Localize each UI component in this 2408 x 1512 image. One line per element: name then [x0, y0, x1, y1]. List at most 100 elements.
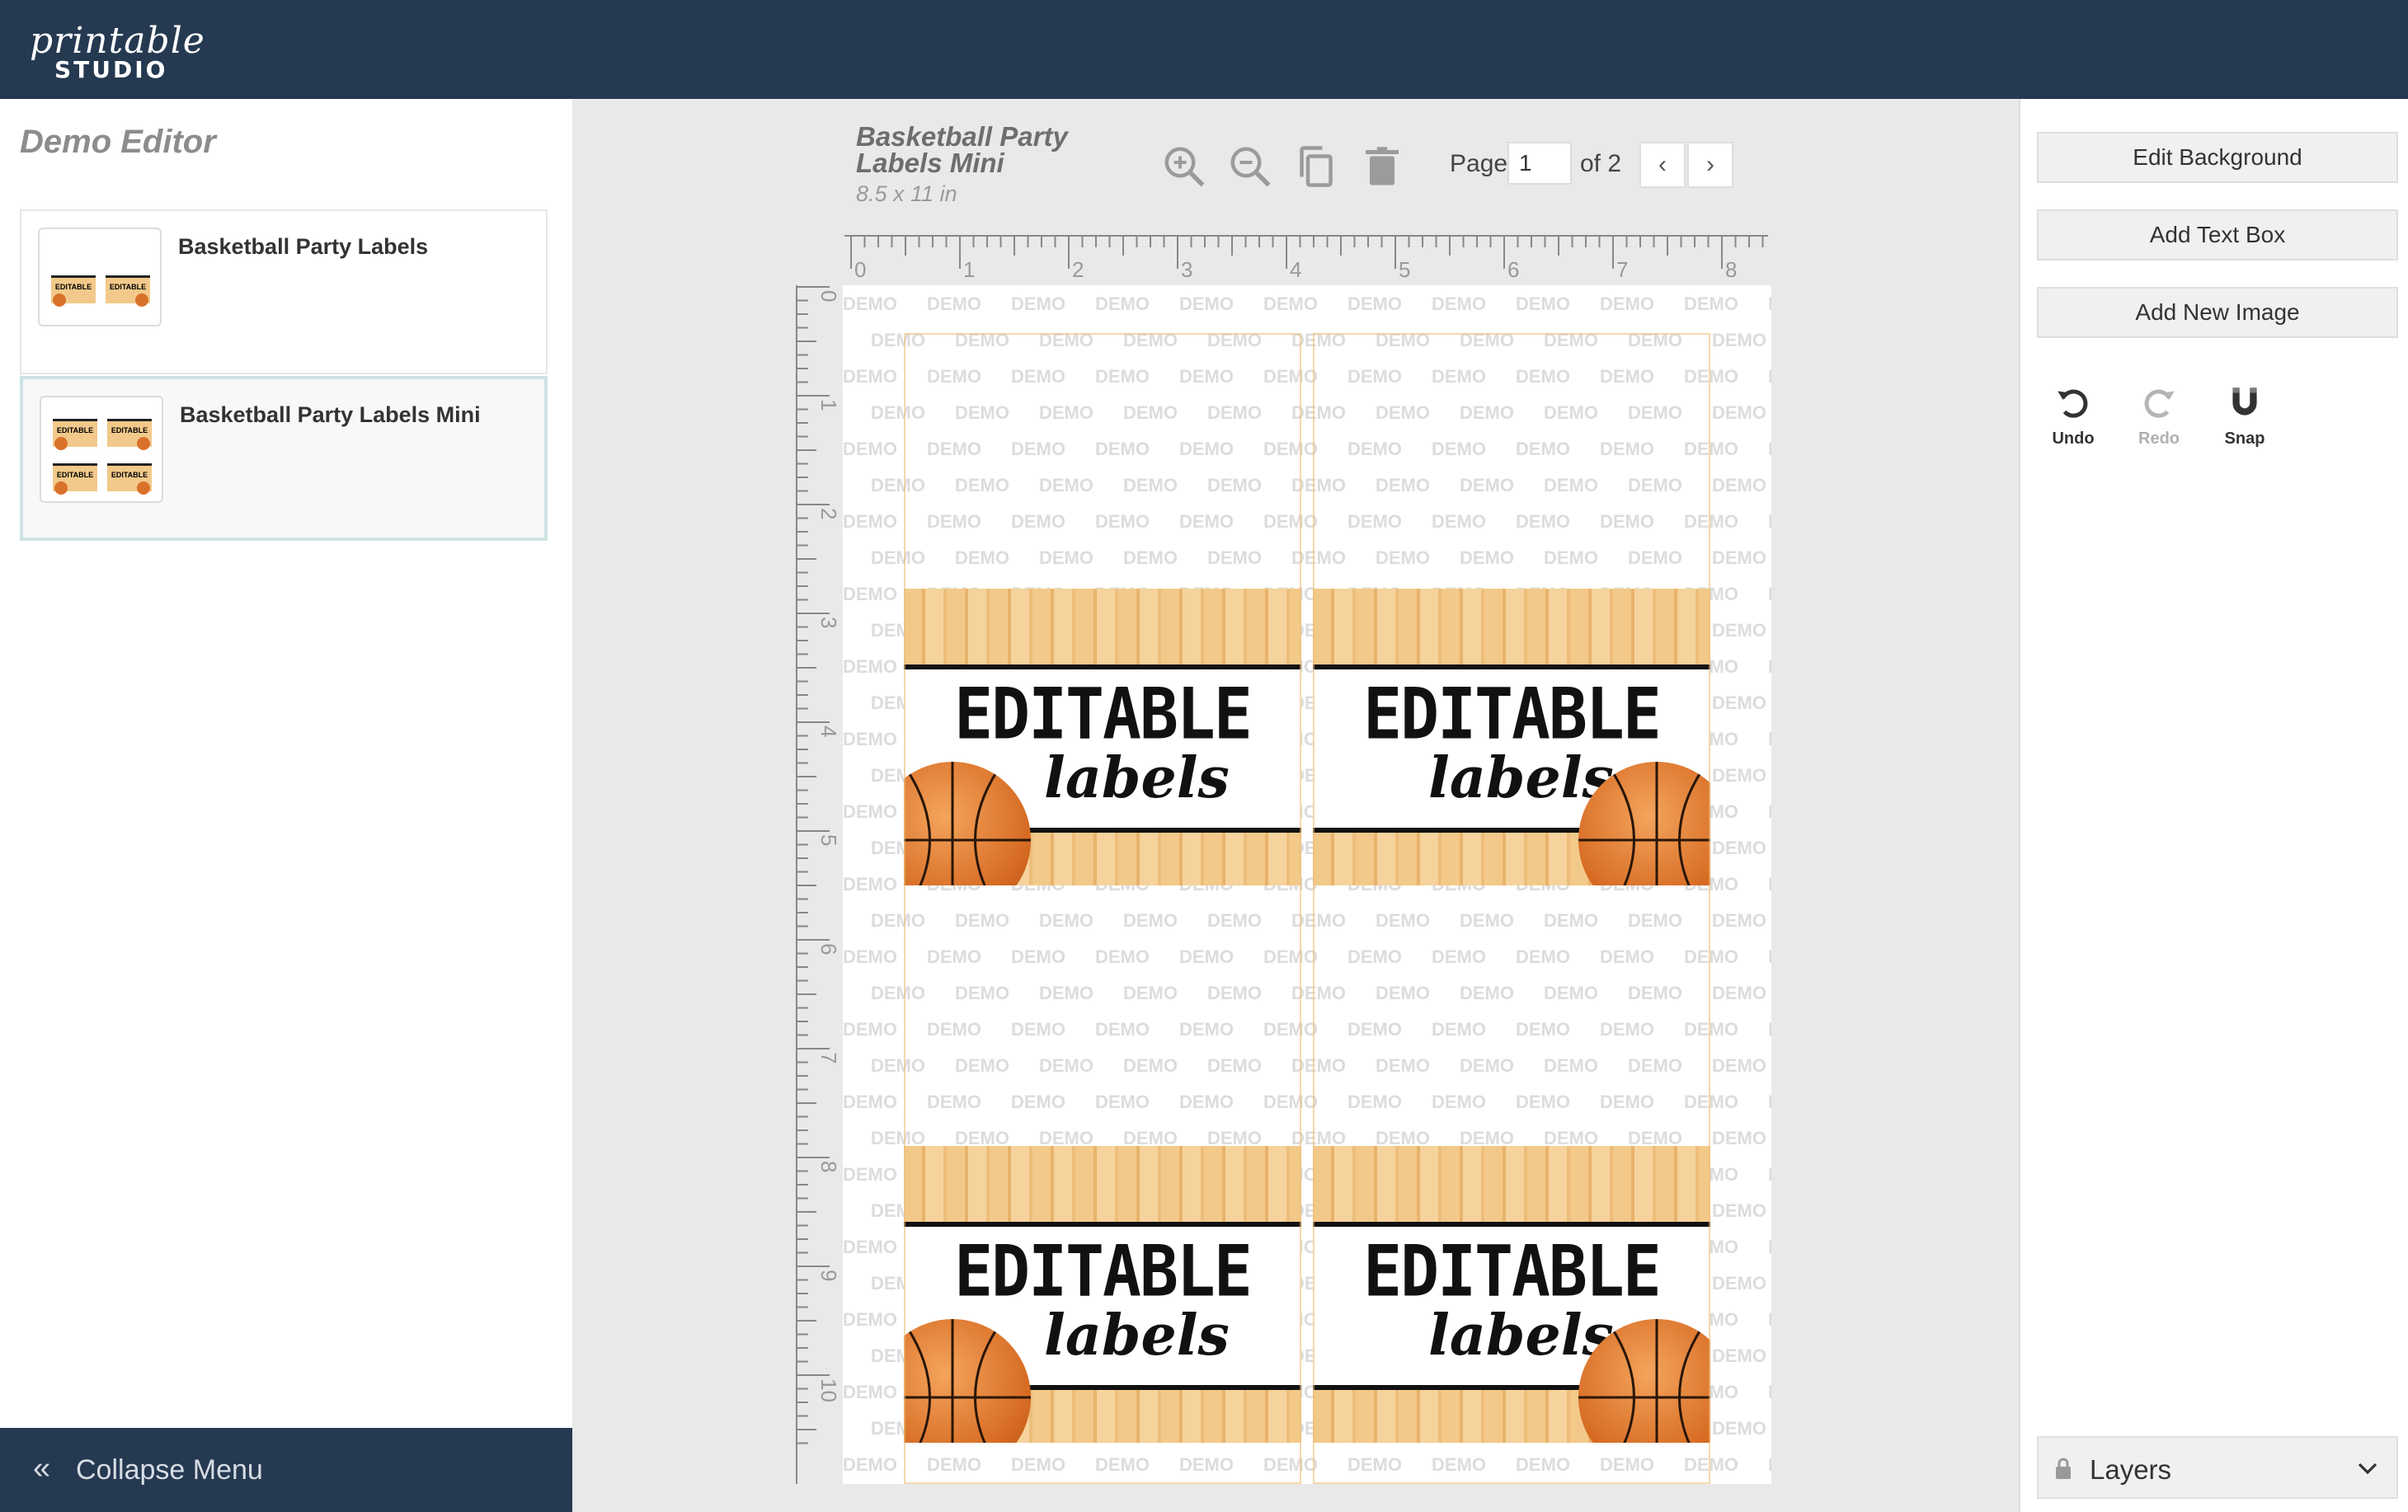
thumb-ball — [53, 293, 66, 307]
watermark-word: DEMO — [843, 1092, 897, 1112]
watermark-word: DEMO — [1768, 1164, 1771, 1185]
watermark-word: DEMO — [1179, 293, 1234, 314]
add-text-box-button[interactable]: Add Text Box — [2037, 209, 2398, 261]
layers-label: Layers — [2090, 1454, 2172, 1485]
printable-studio-logo[interactable]: printable STUDIO — [30, 23, 205, 84]
watermark-word: DEMO — [843, 1237, 897, 1257]
watermark-word: DEMO — [1768, 1454, 1771, 1475]
trash-icon[interactable] — [1357, 142, 1407, 191]
layers-dropdown[interactable]: Layers — [2037, 1436, 2398, 1499]
zoom-out-icon[interactable] — [1225, 142, 1275, 191]
page-label: Page — [1450, 150, 1508, 177]
undo-label: Undo — [2052, 430, 2095, 448]
ruler-tick-label: 2 — [816, 508, 841, 519]
watermark-word: DEMO — [1768, 1237, 1771, 1257]
zoom-in-icon[interactable] — [1159, 142, 1209, 191]
watermark-word: DEMO — [1768, 1309, 1771, 1330]
ruler-tick-label: 0 — [816, 290, 841, 302]
vertical-ruler: 0 1 2 3 4 5 6 7 8 9 10 — [796, 285, 841, 1484]
thumb-ball — [137, 437, 150, 450]
document-size: 8.5 x 11 in — [856, 181, 957, 206]
watermark-word: DEMO — [1712, 1055, 1766, 1076]
watermark-word: DEMO — [1768, 439, 1771, 459]
ruler-tick-label: 8 — [816, 1161, 841, 1172]
watermark-word: DEMO — [843, 1382, 897, 1402]
ruler-tick-label: 4 — [1290, 257, 1301, 280]
watermark-word: DEMO — [1712, 693, 1766, 713]
page-number-input[interactable] — [1507, 142, 1572, 185]
watermark-word: DEMO — [1768, 511, 1771, 532]
watermark-word: DEMO — [1712, 402, 1766, 423]
watermark-word: DEMO — [843, 584, 897, 604]
label-guide-right — [1313, 333, 1710, 1484]
watermark-word: DEMO — [1712, 1345, 1766, 1366]
magnet-icon — [2232, 387, 2257, 416]
template-card-title: Basketball Party Labels — [178, 234, 429, 259]
template-card-basketball-party-labels-mini[interactable]: EDITABLE EDITABLE EDITABLE EDITABLE Bask… — [20, 376, 548, 541]
thumb-label-text: EDITABLE — [56, 471, 94, 479]
watermark-word: DEMO — [1712, 620, 1766, 641]
thumb-ball — [54, 481, 68, 495]
watermark-word: DEMO — [1768, 946, 1771, 967]
duplicate-icon[interactable] — [1291, 142, 1341, 191]
thumb-label-mark: EDITABLE — [107, 463, 152, 495]
add-new-image-button[interactable]: Add New Image — [2037, 287, 2398, 338]
template-card-title: Basketball Party Labels Mini — [180, 402, 481, 427]
collapse-menu-label: Collapse Menu — [76, 1454, 263, 1486]
watermark-word: DEMO — [1712, 1273, 1766, 1294]
watermark-word: DEMO — [1516, 293, 1570, 314]
watermark-word: DEMO — [843, 439, 897, 459]
previous-page-button[interactable]: ‹ — [1639, 142, 1686, 188]
watermark-word: DEMO — [1095, 293, 1150, 314]
watermark-word: DEMO — [1011, 293, 1065, 314]
logo-script: printable — [30, 20, 205, 62]
watermark-word: DEMO — [1684, 293, 1738, 314]
next-page-button[interactable]: › — [1687, 142, 1733, 188]
thumb-ball — [137, 481, 150, 495]
watermark-word: DEMO — [843, 656, 897, 677]
ruler-tick-label: 0 — [854, 257, 866, 280]
editor-workspace: Basketball Party Labels Mini 8.5 x 11 in… — [572, 99, 2019, 1512]
thumb-label-mark: EDITABLE — [53, 419, 97, 450]
watermark-word: DEMO — [1712, 1418, 1766, 1439]
watermark-word: DEMO — [843, 1164, 897, 1185]
ruler-tick-label: 3 — [816, 617, 841, 628]
thumb-label-text: EDITABLE — [111, 426, 148, 434]
watermark-word: DEMO — [1768, 801, 1771, 822]
template-thumbnail: EDITABLE EDITABLE EDITABLE EDITABLE — [40, 396, 163, 503]
watermark-word: DEMO — [1768, 366, 1771, 387]
watermark-word: DEMO — [927, 293, 981, 314]
watermark-word: DEMO — [843, 1019, 897, 1040]
watermark-word: DEMO — [1712, 765, 1766, 786]
chevron-left-icon: ‹ — [1658, 151, 1667, 178]
design-canvas[interactable]: DEMO DEMO DEMO DEMO DEMO DEMO DEMO DEMO DEMO DEMO… — [843, 285, 1771, 1484]
watermark-word: DEMO — [1712, 475, 1766, 495]
redo-label: Redo — [2138, 430, 2180, 448]
thumb-label-mark: EDITABLE — [53, 463, 97, 495]
label-guide-left — [904, 333, 1301, 1484]
template-card-basketball-party-labels[interactable]: EDITABLE EDITABLE Basketball Party Label… — [20, 209, 548, 374]
undo-icon — [2058, 389, 2088, 418]
document-title: Basketball Party Labels Mini — [856, 121, 1068, 178]
ruler-tick-label: 1 — [816, 399, 841, 411]
watermark-word: DEMO — [843, 1454, 897, 1475]
redo-icon — [2144, 389, 2175, 418]
watermark-word: DEMO — [843, 946, 897, 967]
watermark-word: DEMO — [1712, 838, 1766, 858]
watermark-word: DEMO — [843, 1309, 897, 1330]
watermark-word: DEMO — [1712, 1128, 1766, 1148]
ruler-tick-label: 10 — [816, 1378, 841, 1402]
watermark-word: DEMO — [843, 366, 897, 387]
redo-button[interactable]: Redo — [2126, 383, 2192, 448]
watermark-word: DEMO — [1768, 293, 1771, 314]
ruler-tick-label: 2 — [1072, 257, 1084, 280]
collapse-menu-button[interactable]: « Collapse Menu — [0, 1428, 572, 1512]
snap-toggle[interactable]: Snap — [2212, 383, 2278, 448]
watermark-word: DEMO — [1768, 1019, 1771, 1040]
ruler-tick-label: 8 — [1725, 257, 1737, 280]
watermark-word: DEMO — [1768, 874, 1771, 895]
undo-button[interactable]: Undo — [2040, 383, 2106, 448]
watermark-word: DEMO — [843, 293, 897, 314]
thumb-label-mark: EDITABLE — [51, 275, 96, 307]
edit-background-button[interactable]: Edit Background — [2037, 132, 2398, 183]
